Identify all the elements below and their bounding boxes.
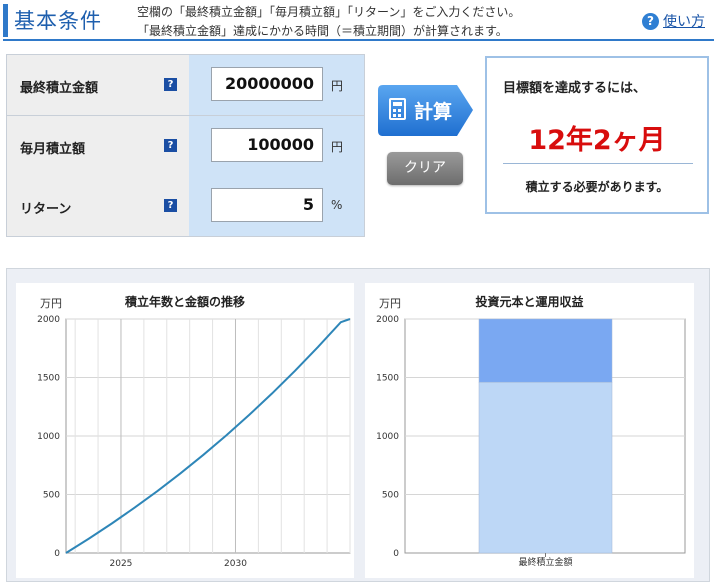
help-question-icon[interactable]: ? bbox=[164, 199, 177, 212]
x-tick-label: 2025 bbox=[110, 559, 133, 569]
y-tick-label: 2000 bbox=[376, 315, 399, 325]
row-value-cell: 20000000 円 bbox=[189, 55, 364, 115]
help-question-icon[interactable]: ? bbox=[164, 139, 177, 152]
line-chart-title: 積立年数と金額の推移 bbox=[124, 295, 245, 309]
result-period: 12年2ヶ月 bbox=[528, 125, 666, 156]
clear-button[interactable]: クリア bbox=[387, 152, 463, 185]
bar-segment-principal bbox=[478, 381, 613, 554]
header-underline bbox=[3, 39, 714, 41]
y-tick-label: 0 bbox=[393, 549, 399, 559]
row-label-cell: リターン ? bbox=[7, 176, 189, 236]
header: 基本条件 空欄の「最終積立金額」「毎月積立額」「リターン」をご入力ください。 「… bbox=[0, 0, 717, 42]
unit-label: 円 bbox=[331, 79, 344, 93]
help-link[interactable]: ? 使い方 bbox=[642, 11, 705, 31]
result-box: 目標額を達成するには、 12年2ヶ月 積立する必要があります。 bbox=[485, 56, 709, 214]
y-tick-label: 2000 bbox=[37, 315, 60, 325]
row-label-cell: 毎月積立額 ? bbox=[7, 116, 189, 176]
instruction-line-2: 「最終積立金額」達成にかかる時間（＝積立期間）が計算されます。 bbox=[137, 24, 508, 38]
target-amount-label: 最終積立金額 bbox=[20, 81, 99, 96]
calculator-icon bbox=[389, 98, 406, 120]
help-label[interactable]: 使い方 bbox=[663, 11, 705, 31]
bar-chart-title: 投資元本と運用収益 bbox=[475, 295, 584, 309]
bar-segment-gain bbox=[478, 318, 613, 383]
y-tick-label: 1500 bbox=[376, 374, 399, 384]
unit-label: 円 bbox=[331, 140, 344, 154]
form-row-monthly-amount: 毎月積立額 ? 100000 円 bbox=[7, 116, 364, 176]
monthly-amount-label: 毎月積立額 bbox=[20, 142, 86, 157]
result-footer: 積立する必要があります。 bbox=[525, 180, 669, 194]
instruction-line-1: 空欄の「最終積立金額」「毎月積立額」「リターン」をご入力ください。 bbox=[137, 5, 521, 19]
x-tick-label: 2030 bbox=[224, 559, 247, 569]
y-tick-label: 500 bbox=[382, 491, 399, 501]
help-icon: ? bbox=[642, 12, 659, 30]
monthly-amount-input[interactable]: 100000 bbox=[211, 128, 323, 162]
input-form: 最終積立金額 ? 20000000 円 毎月積立額 ? 100000 円 リター… bbox=[6, 54, 365, 237]
y-tick-label: 1500 bbox=[37, 374, 60, 384]
return-label: リターン bbox=[20, 202, 72, 217]
result-divider bbox=[503, 163, 693, 164]
return-input[interactable]: 5 bbox=[211, 188, 323, 222]
calculate-label: 計算 bbox=[414, 101, 453, 123]
bar-chart-panel: 0 500 1000 1500 2000 万円 最終積立金額 投資元本と運用収益 bbox=[365, 283, 694, 578]
form-row-return: リターン ? 5 % bbox=[7, 176, 364, 236]
x-tick-label: 最終積立金額 bbox=[518, 556, 572, 568]
line-chart: 0500100015002000万円2025 2030 bbox=[37, 297, 351, 569]
y-tick-label: 500 bbox=[43, 491, 60, 501]
help-question-icon[interactable]: ? bbox=[164, 78, 177, 91]
charts-area: 0 500 1000 1500 2000 万円 2025 2030 積立年数と金額の推移 05… bbox=[6, 268, 710, 582]
row-value-cell: 5 % bbox=[189, 176, 364, 236]
bar-chart: 0500100015002000万円最終積立金額 bbox=[376, 297, 686, 568]
y-tick-label: 0 bbox=[54, 549, 60, 559]
form-row-target-amount: 最終積立金額 ? 20000000 円 bbox=[7, 55, 364, 115]
row-value-cell: 100000 円 bbox=[189, 116, 364, 176]
row-label-cell: 最終積立金額 ? bbox=[7, 55, 189, 115]
result-heading: 目標額を達成するには、 bbox=[503, 81, 647, 96]
header-accent-bar bbox=[3, 4, 8, 37]
y-tick-label: 1000 bbox=[376, 432, 399, 442]
line-chart-panel: 0 500 1000 1500 2000 万円 2025 2030 積立年数と金額の推移 bbox=[16, 283, 354, 578]
unit-label: % bbox=[331, 198, 343, 212]
target-amount-input[interactable]: 20000000 bbox=[211, 67, 323, 101]
y-tick-label: 1000 bbox=[37, 432, 60, 442]
page-title: 基本条件 bbox=[14, 9, 102, 33]
calculate-button[interactable]: 計算 bbox=[377, 84, 474, 137]
